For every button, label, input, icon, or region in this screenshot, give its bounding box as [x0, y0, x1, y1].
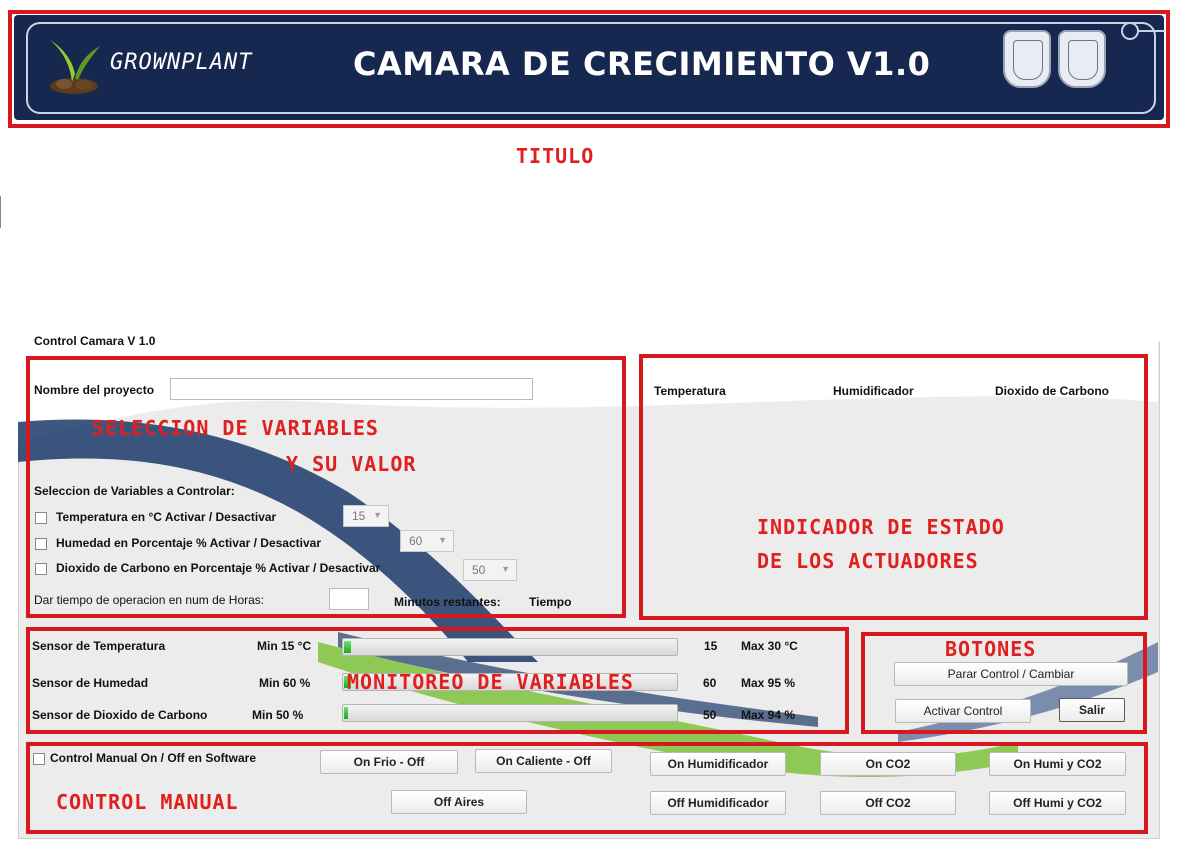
- humidity-row-label: Humedad en Porcentaje % Activar / Desact…: [56, 536, 321, 550]
- temperature-row-label: Temperatura en °C Activar / Desactivar: [56, 510, 277, 524]
- annotation-indicador-line2: DE LOS ACTUADORES: [757, 549, 979, 573]
- off-co2-button[interactable]: Off CO2: [820, 791, 956, 815]
- chevron-down-icon: ▼: [373, 510, 382, 520]
- university-seal-icon: [1003, 30, 1051, 88]
- sensor-humidity-min: Min 60 %: [259, 676, 311, 690]
- annotation-indicador-line1: INDICADOR DE ESTADO: [757, 515, 1005, 539]
- stop-control-button[interactable]: Parar Control / Cambiar: [894, 662, 1128, 686]
- annotation-monitoreo: MONITOREO DE VARIABLES: [347, 670, 634, 694]
- temperature-value: 15: [352, 509, 366, 523]
- sensor-humidity-label: Sensor de Humedad: [32, 676, 149, 690]
- manual-control-checkbox[interactable]: [33, 753, 45, 765]
- annotation-titulo: TITULO: [516, 144, 595, 168]
- actuator-temperature-header: Temperatura: [654, 384, 726, 398]
- remaining-minutes-value: Tiempo: [529, 595, 572, 609]
- sensor-temperature-max: Max 30 °C: [741, 639, 798, 653]
- sensor-temperature-min: Min 15 °C: [257, 639, 312, 653]
- on-frio-button[interactable]: On Frio - Off: [320, 750, 458, 774]
- off-humi-co2-button[interactable]: Off Humi y CO2: [989, 791, 1126, 815]
- sensor-co2-value: 50: [703, 708, 717, 722]
- sensor-temperature-value: 15: [704, 639, 718, 653]
- co2-row-label: Dioxido de Carbono en Porcentaje % Activ…: [56, 561, 381, 575]
- annotation-control-manual: CONTROL MANUAL: [56, 790, 239, 814]
- project-name-input[interactable]: [170, 378, 533, 400]
- brand-name: GROWNPLANT: [110, 50, 253, 75]
- annotation-seleccion-line2: Y SU VALOR: [286, 452, 417, 476]
- left-edge-line: [0, 196, 1, 228]
- activate-control-button[interactable]: Activar Control: [895, 699, 1031, 723]
- sensor-co2-label: Sensor de Dioxido de Carbono: [32, 708, 208, 722]
- co2-value: 50: [472, 563, 486, 577]
- on-co2-button[interactable]: On CO2: [820, 752, 956, 776]
- sensor-co2-max: Max 94 %: [741, 708, 796, 722]
- actuator-co2-header: Dioxido de Carbono: [995, 384, 1109, 398]
- sensor-temperature-progress: [342, 638, 678, 656]
- sensor-humidity-max: Max 95 %: [741, 676, 796, 690]
- off-aires-button[interactable]: Off Aires: [391, 790, 527, 814]
- project-name-label: Nombre del proyecto: [34, 383, 155, 397]
- exit-button[interactable]: Salir: [1059, 698, 1125, 722]
- on-humi-co2-button[interactable]: On Humi y CO2: [989, 752, 1126, 776]
- sensor-co2-progress: [342, 704, 678, 722]
- plant-logo-icon: [50, 40, 100, 94]
- remaining-minutes-label: Minutos restantes:: [394, 595, 501, 609]
- chevron-down-icon: ▼: [438, 535, 447, 545]
- chevron-down-icon: ▼: [501, 564, 510, 574]
- sensor-temperature-progress-fill: [344, 641, 351, 653]
- humidity-value: 60: [409, 534, 423, 548]
- on-humidificador-button[interactable]: On Humidificador: [650, 752, 786, 776]
- operation-time-label: Dar tiempo de operacion en num de Horas:: [34, 593, 265, 607]
- variables-label: Seleccion de Variables a Controlar:: [34, 484, 235, 498]
- on-caliente-button[interactable]: On Caliente - Off: [475, 749, 612, 773]
- annotation-botones: BOTONES: [945, 637, 1037, 661]
- co2-value-select[interactable]: 50 ▼: [463, 559, 517, 581]
- co2-checkbox[interactable]: [35, 563, 47, 575]
- operation-hours-input[interactable]: [329, 588, 369, 610]
- temperature-value-select[interactable]: 15 ▼: [343, 505, 389, 527]
- faculty-seal-icon: [1058, 30, 1106, 88]
- sensor-co2-progress-fill: [344, 707, 348, 719]
- humidity-checkbox[interactable]: [35, 538, 47, 550]
- sensor-co2-min: Min 50 %: [252, 708, 304, 722]
- temperature-checkbox[interactable]: [35, 512, 47, 524]
- manual-control-label: Control Manual On / Off en Software: [50, 751, 257, 765]
- off-humidificador-button[interactable]: Off Humidificador: [650, 791, 786, 815]
- annotation-seleccion-line1: SELECCION DE VARIABLES: [92, 416, 379, 440]
- sensor-humidity-value: 60: [703, 676, 717, 690]
- app-title: CAMARA DE CRECIMIENTO V1.0: [353, 45, 931, 83]
- group-legend: Control Camara V 1.0: [30, 334, 160, 348]
- banner-circuit-line: [1137, 30, 1165, 32]
- sensor-temperature-label: Sensor de Temperatura: [32, 639, 166, 653]
- humidity-value-select[interactable]: 60 ▼: [400, 530, 454, 552]
- actuator-humidifier-header: Humidificador: [833, 384, 914, 398]
